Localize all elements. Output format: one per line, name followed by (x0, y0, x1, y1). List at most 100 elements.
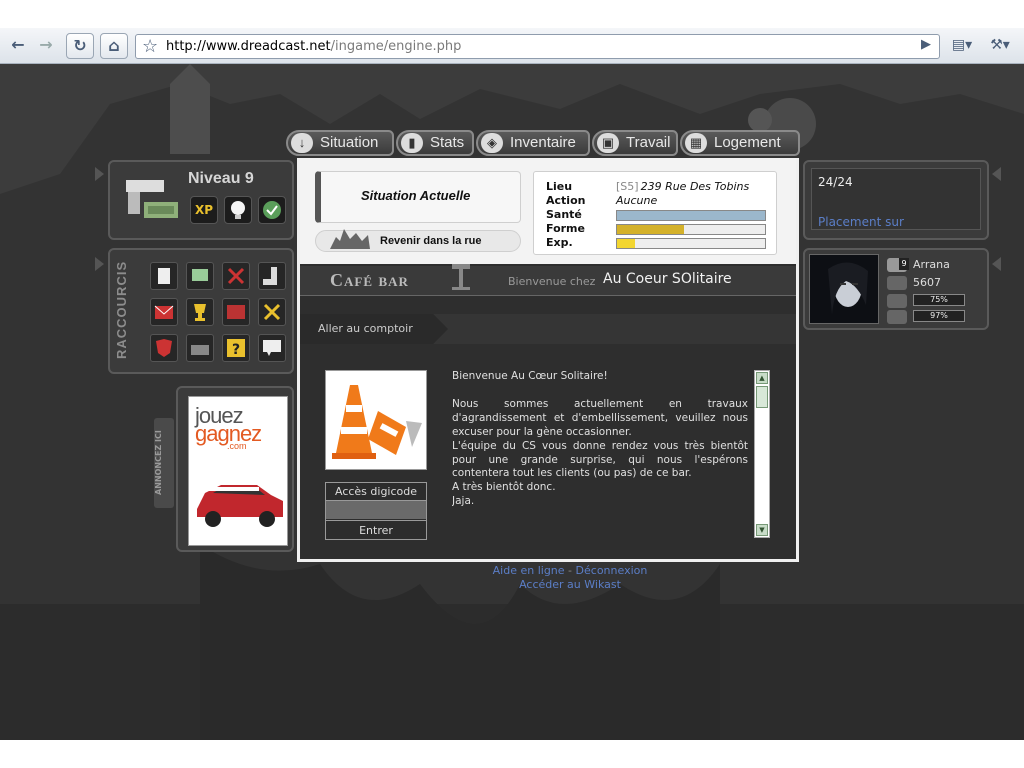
main-panel: Situation Actuelle Revenir dans la rue L… (297, 158, 799, 562)
wrench-menu-icon[interactable]: ⚒▾ (986, 33, 1014, 59)
tab-logement[interactable]: ▦ Logement (680, 130, 800, 156)
advertise-here-label[interactable]: ANNONCEZ ICI (154, 418, 174, 508)
xp-icon[interactable]: XP (190, 196, 218, 224)
go-to-counter-label: Aller au comptoir (318, 322, 413, 335)
return-street-label: Revenir dans la rue (380, 235, 482, 247)
url-text: http://www.dreadcast.net/ingame/engine.p… (166, 39, 461, 54)
url-path: /ingame/engine.php (330, 39, 462, 54)
tab-inventaire[interactable]: ◈ Inventaire (476, 130, 590, 156)
health-bar (616, 210, 766, 221)
right-top-panel: 24/24 Placement sur (803, 160, 989, 240)
wikast-link[interactable]: Accéder au Wikast (519, 578, 621, 591)
stat-sante-key: Santé (546, 208, 582, 221)
window-titlebar (0, 0, 1024, 28)
right-top-arrow-icon[interactable] (992, 167, 1001, 181)
mail-shortcut-icon[interactable] (150, 298, 178, 326)
message-line: Bienvenue Au Cœur Solitaire! (452, 370, 608, 382)
ad-banner[interactable]: jouez gagnez .com (188, 396, 288, 546)
message-spacer (452, 384, 748, 398)
digicode-box: Accès digicode Entrer (325, 482, 427, 540)
food-icon (887, 294, 907, 308)
back-icon[interactable]: ← (4, 33, 32, 59)
tab-stats-label: Stats (430, 134, 465, 151)
stat-row-action: Action Aucune (546, 194, 657, 207)
check-icon[interactable] (258, 196, 286, 224)
message-line: A très bientôt donc. (452, 481, 556, 494)
stat-row-lieu: Lieu [S5] 239 Rue Des Tobins (546, 180, 749, 193)
svg-text:?: ? (232, 342, 240, 358)
character-panel-arrow-icon[interactable] (992, 257, 1001, 271)
tab-travail[interactable]: ▣ Travail (592, 130, 678, 156)
forward-icon[interactable]: → (32, 33, 60, 59)
url-bar[interactable]: ☆ http://www.dreadcast.net/ingame/engine… (135, 34, 940, 59)
reload-icon[interactable]: ↻ (66, 33, 94, 59)
stat-row-sante: Santé (546, 208, 616, 221)
construction-cones-image (325, 370, 427, 470)
document-shortcut-icon[interactable] (150, 262, 178, 290)
screen-shortcut-icon[interactable] (186, 262, 214, 290)
stat-lieu-key: Lieu (546, 180, 573, 193)
tab-inventaire-label: Inventaire (510, 134, 576, 151)
level-badge: 9 (899, 258, 909, 270)
level-panel-arrow-icon[interactable] (95, 167, 104, 181)
lightbulb-icon[interactable] (224, 196, 252, 224)
chat-shortcut-icon[interactable] (258, 334, 286, 362)
location-stats-box: Lieu [S5] 239 Rue Des Tobins Action Aucune … (533, 171, 777, 255)
browser-toolbar: ← → ↻ ⌂ ☆ http://www.dreadcast.net/ingam… (0, 28, 1024, 64)
shield-shortcut-icon[interactable] (150, 334, 178, 362)
ad-panel: ANNONCEZ ICI jouez gagnez .com (154, 386, 294, 552)
briefcase-icon: ▣ (597, 133, 619, 153)
gun-money-icon (126, 180, 178, 218)
character-avatar[interactable] (809, 254, 879, 324)
digicode-input[interactable] (326, 501, 426, 519)
cross-shortcut-icon[interactable] (222, 262, 250, 290)
venue-name: Au Coeur SOlitaire (603, 271, 732, 287)
help-link[interactable]: Aide en ligne (493, 564, 565, 577)
help-shortcut-icon[interactable]: ? (222, 334, 250, 362)
bookmark-star-icon[interactable]: ☆ (142, 36, 158, 57)
placement-link[interactable]: Placement sur (818, 215, 904, 229)
venue-header: Café bar Bienvenue chez Au Coeur SOlitai… (300, 264, 796, 296)
page-menu-icon[interactable]: ▤▾ (948, 33, 976, 59)
flag-shortcut-icon[interactable] (222, 298, 250, 326)
main-tabs: ↓ Situation ▮ Stats ◈ Inventaire ▣ Trava… (286, 130, 806, 158)
down-arrow-icon: ↓ (291, 133, 313, 153)
bag-icon: ◈ (481, 133, 503, 153)
experience-bar (616, 238, 766, 249)
message-line: L'équipe du CS vous donne rendez vous tr… (452, 439, 748, 480)
tab-travail-label: Travail (626, 134, 671, 151)
edc-shortcut-icon[interactable] (186, 334, 214, 362)
scroll-up-icon[interactable]: ▲ (756, 372, 768, 384)
level-title: Niveau 9 (188, 170, 254, 187)
go-to-counter-button[interactable]: Aller au comptoir (300, 314, 448, 344)
tools-shortcut-icon[interactable] (258, 298, 286, 326)
venue-message: Bienvenue Au Cœur Solitaire! Nous sommes… (452, 370, 748, 538)
fitness-bar-fill (617, 225, 684, 234)
trophy-shortcut-icon[interactable] (186, 298, 214, 326)
health-bar-fill (617, 211, 765, 220)
ad-line3: .com (227, 441, 247, 451)
scroll-down-icon[interactable]: ▼ (756, 524, 768, 536)
go-arrow-icon[interactable]: ▶ (912, 33, 940, 59)
return-street-button[interactable]: Revenir dans la rue (315, 229, 521, 252)
money-icon (887, 276, 907, 290)
status-strip (0, 740, 1024, 768)
message-line: Nous sommes actuellement en travaux d'ag… (452, 397, 748, 438)
scroll-thumb[interactable] (756, 386, 768, 408)
fitness-bar (616, 224, 766, 235)
situation-title: Situation Actuelle (361, 188, 471, 203)
footer-links: Aide en ligne - Déconnexion Accéder au W… (440, 564, 700, 592)
shortcuts-panel-arrow-icon[interactable] (95, 257, 104, 271)
situation-info-area: Situation Actuelle Revenir dans la rue L… (300, 158, 796, 264)
tab-stats[interactable]: ▮ Stats (396, 130, 474, 156)
chart-icon: ▮ (401, 133, 423, 153)
digicode-enter-button[interactable]: Entrer (326, 520, 426, 539)
stat-forme-key: Forme (546, 222, 585, 235)
home-icon[interactable]: ⌂ (100, 33, 128, 59)
shortcuts-panel: RACCOURCIS ? (108, 248, 294, 374)
game-viewport: Niveau 9 XP RACCOURCIS ? ANNONCEZ ICI jo… (0, 64, 1024, 740)
pipe-shortcut-icon[interactable] (258, 262, 286, 290)
message-scrollbar[interactable]: ▲ ▼ (754, 370, 770, 538)
logout-link[interactable]: Déconnexion (576, 564, 648, 577)
tab-situation[interactable]: ↓ Situation (286, 130, 394, 156)
